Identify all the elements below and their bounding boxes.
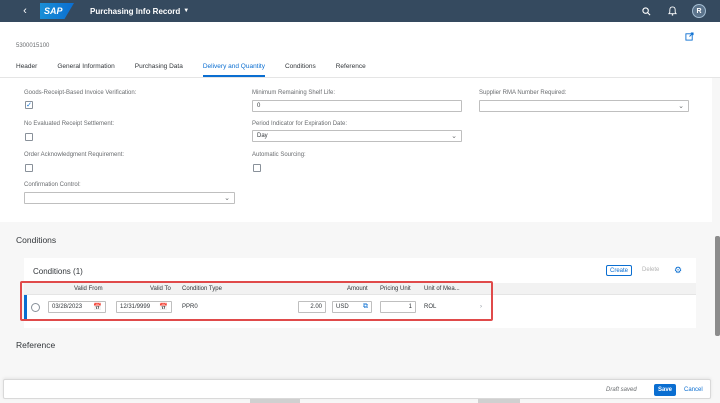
gr-based-iv-label: Goods-Receipt-Based Invoice Verification… bbox=[24, 90, 137, 96]
amount-input[interactable]: 2.00 bbox=[298, 301, 326, 313]
tab-purchasing-data[interactable]: Purchasing Data bbox=[135, 63, 183, 77]
calendar-icon[interactable]: 📅 bbox=[159, 303, 168, 311]
supplier-rma-select[interactable]: ⌄ bbox=[479, 100, 689, 112]
auto-sourcing-label: Automatic Sourcing: bbox=[252, 152, 306, 158]
col-condition-type[interactable]: Condition Type bbox=[182, 286, 222, 292]
shell-bar: ‹ SAP Purchasing Info Record ▼ R bbox=[0, 0, 720, 22]
tab-conditions[interactable]: Conditions bbox=[285, 63, 316, 77]
tab-header[interactable]: Header bbox=[16, 63, 37, 77]
auto-sourcing-checkbox[interactable] bbox=[253, 164, 261, 172]
user-avatar[interactable]: R bbox=[692, 4, 706, 18]
share-icon[interactable] bbox=[685, 32, 694, 43]
col-valid-to[interactable]: Valid To bbox=[150, 286, 171, 292]
col-pricing-unit[interactable]: Pricing Unit bbox=[380, 286, 411, 292]
row-selection-bar bbox=[24, 295, 27, 319]
valid-to-input[interactable]: 12/31/9999 📅 bbox=[116, 301, 172, 313]
logo-text: SAP bbox=[44, 6, 63, 16]
valid-to-value: 12/31/9999 bbox=[120, 304, 151, 310]
conditions-table-header: Valid From Valid To Condition Type Amoun… bbox=[24, 283, 696, 295]
save-label: Save bbox=[658, 387, 673, 393]
shell-actions: R bbox=[640, 0, 706, 22]
gr-based-iv-checkbox[interactable]: ✓ bbox=[25, 101, 33, 109]
tab-reference[interactable]: Reference bbox=[336, 63, 366, 77]
condition-type-value: PPR0 bbox=[182, 304, 198, 310]
chevron-down-icon: ⌄ bbox=[224, 195, 230, 202]
pricing-unit-input[interactable]: 1 bbox=[380, 301, 416, 313]
delivery-quantity-form: Goods-Receipt-Based Invoice Verification… bbox=[0, 78, 712, 222]
valid-from-input[interactable]: 03/28/2023 📅 bbox=[48, 301, 106, 313]
partial-field bbox=[250, 399, 300, 403]
tab-general-information[interactable]: General Information bbox=[57, 63, 114, 77]
confirmation-control-select[interactable]: ⌄ bbox=[24, 192, 235, 204]
page-scrollbar[interactable] bbox=[715, 236, 720, 336]
delete-button[interactable]: Delete bbox=[642, 267, 659, 273]
save-button[interactable]: Save bbox=[654, 384, 677, 396]
avatar-initial: R bbox=[696, 7, 702, 15]
supplier-rma-label: Supplier RMA Number Required: bbox=[479, 90, 567, 96]
chevron-right-icon[interactable]: › bbox=[480, 304, 482, 310]
pricing-unit-value: 1 bbox=[408, 304, 412, 310]
table-row[interactable]: 03/28/2023 📅 12/31/9999 📅 PPR0 2.00 USD … bbox=[24, 295, 696, 319]
partial-field bbox=[478, 399, 520, 403]
row-select-radio[interactable] bbox=[31, 303, 40, 312]
col-valid-from[interactable]: Valid From bbox=[74, 286, 103, 292]
col-amount[interactable]: Amount bbox=[347, 286, 368, 292]
currency-input[interactable]: USD ⧉ bbox=[332, 301, 372, 313]
reference-section-title: Reference bbox=[16, 340, 56, 350]
order-ack-checkbox[interactable] bbox=[25, 164, 33, 172]
chevron-down-icon: ⌄ bbox=[678, 103, 684, 110]
no-ers-label: No Evaluated Receipt Settlement: bbox=[24, 121, 115, 127]
min-shelf-life-value: 0 bbox=[257, 103, 261, 109]
conditions-table-title: Conditions (1) bbox=[33, 267, 83, 276]
min-shelf-life-input[interactable]: 0 bbox=[252, 100, 462, 112]
conditions-section-title: Conditions bbox=[16, 235, 57, 245]
amount-value: 2.00 bbox=[310, 304, 322, 310]
bell-icon[interactable] bbox=[666, 5, 678, 17]
gear-icon[interactable]: ⚙ bbox=[674, 265, 682, 276]
value-help-icon[interactable]: ⧉ bbox=[363, 303, 368, 311]
period-indicator-label: Period Indicator for Expiration Date: bbox=[252, 121, 348, 127]
app-title[interactable]: Purchasing Info Record bbox=[90, 7, 180, 16]
conditions-table-card: Conditions (1) Create Delete ⚙ Valid Fro… bbox=[24, 258, 696, 328]
col-unit-of-measure[interactable]: Unit of Mea... bbox=[424, 286, 460, 292]
min-shelf-life-label: Minimum Remaining Shelf Life: bbox=[252, 90, 336, 96]
object-id: 5300015100 bbox=[16, 43, 50, 49]
chevron-down-icon[interactable]: ▼ bbox=[183, 8, 189, 14]
sap-logo[interactable]: SAP bbox=[40, 3, 74, 19]
period-indicator-select[interactable]: Day ⌄ bbox=[252, 130, 462, 142]
object-header: 5300015100 Header General Information Pu… bbox=[0, 22, 720, 78]
cancel-button[interactable]: Cancel bbox=[684, 387, 703, 393]
draft-status: Draft saved bbox=[606, 387, 637, 393]
section-tabs: Header General Information Purchasing Da… bbox=[16, 63, 366, 77]
valid-from-value: 03/28/2023 bbox=[52, 304, 83, 310]
order-ack-label: Order Acknowledgment Requirement: bbox=[24, 152, 125, 158]
no-ers-checkbox[interactable] bbox=[25, 133, 33, 141]
tab-delivery-and-quantity[interactable]: Delivery and Quantity bbox=[202, 63, 265, 77]
unit-value: ROL bbox=[424, 304, 437, 310]
currency-value: USD bbox=[336, 304, 349, 310]
calendar-icon[interactable]: 📅 bbox=[93, 303, 102, 311]
chevron-down-icon: ⌄ bbox=[451, 133, 457, 140]
footer-toolbar: Draft saved Save Cancel bbox=[3, 379, 711, 399]
confirmation-control-label: Confirmation Control: bbox=[24, 182, 81, 188]
create-button[interactable]: Create bbox=[606, 265, 633, 276]
period-indicator-value: Day bbox=[257, 133, 268, 139]
back-icon[interactable]: ‹ bbox=[18, 5, 32, 17]
create-label: Create bbox=[610, 267, 629, 274]
search-icon[interactable] bbox=[640, 5, 652, 17]
